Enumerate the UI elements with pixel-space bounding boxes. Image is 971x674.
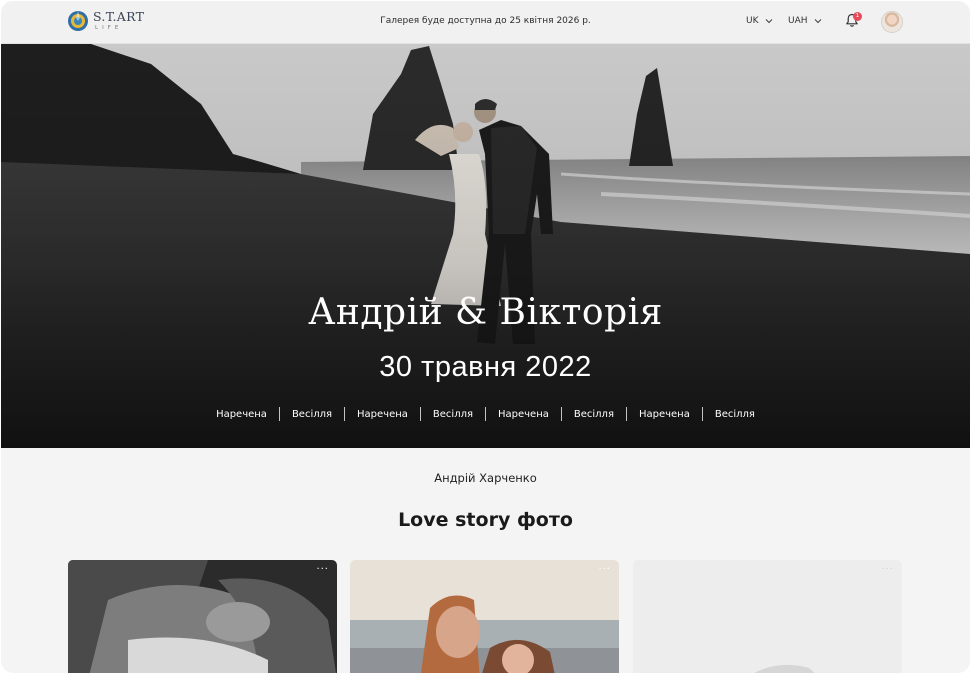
couple-names-title: Андрій & Вікторія — [308, 292, 663, 333]
app-frame: S.T.ART LIFE Галерея буде доступна до 25… — [1, 1, 970, 673]
language-value: UK — [746, 16, 759, 26]
hero-photo — [1, 44, 970, 448]
hero-cover: Андрій & Вікторія 30 травня 2022 Наречен… — [1, 44, 970, 448]
tag-list: Наречена Весілля Наречена Весілля Нарече… — [1, 407, 970, 421]
photo-thumbnail — [633, 560, 902, 673]
notifications-button[interactable]: 1 — [845, 12, 862, 30]
photo-card[interactable]: ··· — [68, 560, 337, 673]
photo-card[interactable]: ··· — [633, 560, 902, 673]
notice-text: Галерея буде доступна до 25 квітня 2026 … — [380, 16, 591, 26]
currency-selector[interactable]: UAH — [788, 16, 822, 26]
card-menu-button[interactable]: ··· — [316, 564, 329, 575]
tag-item[interactable]: Весілля — [703, 409, 767, 420]
logo-subtitle: LIFE — [95, 24, 123, 31]
tag-item[interactable]: Наречена — [486, 409, 561, 420]
notification-badge: 1 — [853, 12, 862, 21]
photo-thumbnail — [350, 560, 619, 673]
chevron-down-icon — [765, 19, 772, 24]
logo-name: S.T.ART — [93, 9, 145, 24]
tag-item[interactable]: Наречена — [627, 409, 702, 420]
tag-item[interactable]: Весілля — [562, 409, 626, 420]
tag-item[interactable]: Наречена — [345, 409, 420, 420]
chevron-down-icon — [814, 19, 821, 24]
photo-thumbnail — [68, 560, 337, 673]
user-avatar[interactable] — [881, 11, 903, 33]
gallery-availability-notice: Галерея буде доступна до 25 квітня 2026 … — [1, 16, 970, 26]
language-selector[interactable]: UK — [746, 16, 773, 26]
tag-item[interactable]: Наречена — [204, 409, 279, 420]
logo-icon — [68, 11, 88, 31]
card-menu-button[interactable]: ··· — [881, 564, 894, 575]
photo-card[interactable]: ··· — [350, 560, 619, 673]
event-date: 30 травня 2022 — [379, 351, 592, 383]
section-title: Love story фото — [398, 509, 573, 531]
photographer-name[interactable]: Андрій Харченко — [1, 471, 970, 485]
tag-item[interactable]: Весілля — [280, 409, 344, 420]
logo[interactable]: S.T.ART LIFE — [67, 10, 144, 32]
currency-value: UAH — [788, 16, 808, 26]
card-menu-button[interactable]: ··· — [598, 564, 611, 575]
tag-item[interactable]: Весілля — [421, 409, 485, 420]
top-bar: S.T.ART LIFE Галерея буде доступна до 25… — [1, 1, 970, 44]
